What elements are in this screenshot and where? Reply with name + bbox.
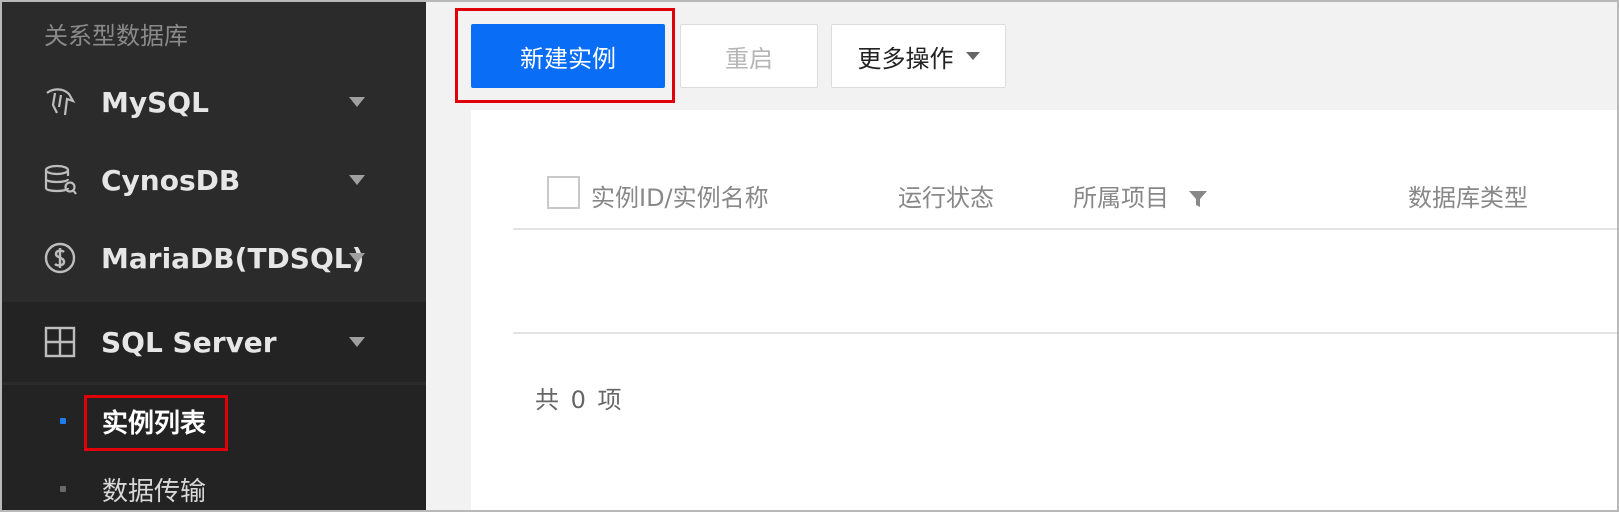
- column-header-instance-id[interactable]: 实例ID/实例名称: [591, 178, 769, 213]
- dolphin-icon: [42, 84, 78, 120]
- select-all-checkbox[interactable]: [547, 176, 580, 209]
- active-indicator: [60, 418, 66, 424]
- highlight-box: [84, 395, 228, 451]
- app-frame: 关系型数据库 MySQL CynosDB MariaDB(TDSQL) SQL …: [0, 0, 1619, 512]
- sidebar-item-label: MariaDB(TDSQL): [101, 241, 365, 275]
- grid-icon: [42, 324, 78, 360]
- chevron-down-icon: [349, 175, 365, 185]
- dollar-circle-icon: [42, 240, 78, 276]
- sidebar-item-label: CynosDB: [101, 163, 241, 197]
- total-count: 共 0 项: [535, 386, 624, 414]
- chevron-down-icon: [349, 253, 365, 263]
- column-header-status: 运行状态: [898, 184, 994, 212]
- more-actions-label: 更多操作: [857, 44, 954, 73]
- sidebar-item-sqlserver[interactable]: SQL Server: [2, 302, 426, 382]
- chevron-down-icon: [349, 337, 365, 347]
- sidebar-subitem-data-transfer[interactable]: 数据传输: [2, 459, 426, 510]
- chevron-down-icon: [349, 97, 365, 107]
- more-actions-dropdown[interactable]: 更多操作: [831, 24, 1006, 88]
- sidebar-subitem-label: 数据传输: [102, 476, 207, 507]
- sidebar-submenu: 实例列表 数据传输: [2, 385, 426, 510]
- chevron-down-icon: [965, 52, 980, 60]
- sidebar-item-mysql[interactable]: MySQL: [2, 62, 426, 142]
- table-empty-row: [513, 230, 1617, 334]
- highlight-box: [455, 8, 675, 103]
- column-header-db-type: 数据库类型: [1408, 184, 1528, 212]
- sidebar-item-cynosdb[interactable]: CynosDB: [2, 140, 426, 220]
- sidebar-item-mariadb[interactable]: MariaDB(TDSQL): [2, 218, 426, 298]
- database-icon: [42, 162, 78, 198]
- restart-button[interactable]: 重启: [680, 24, 818, 88]
- sidebar-item-label: MySQL: [101, 85, 209, 119]
- table-header: 实例ID/实例名称 运行状态 所属项目 数据库类型: [513, 150, 1617, 230]
- filter-icon[interactable]: [1187, 188, 1209, 210]
- instance-table-panel: 实例ID/实例名称 运行状态 所属项目 数据库类型 共 0 项: [471, 110, 1617, 510]
- column-header-project-wrap: 所属项目: [1073, 178, 1209, 213]
- sidebar: 关系型数据库 MySQL CynosDB MariaDB(TDSQL) SQL …: [2, 2, 426, 510]
- bullet-dot: [60, 486, 66, 492]
- sidebar-section-title: 关系型数据库: [44, 22, 188, 50]
- sidebar-item-label: SQL Server: [101, 325, 277, 359]
- column-header-project: 所属项目: [1073, 184, 1169, 212]
